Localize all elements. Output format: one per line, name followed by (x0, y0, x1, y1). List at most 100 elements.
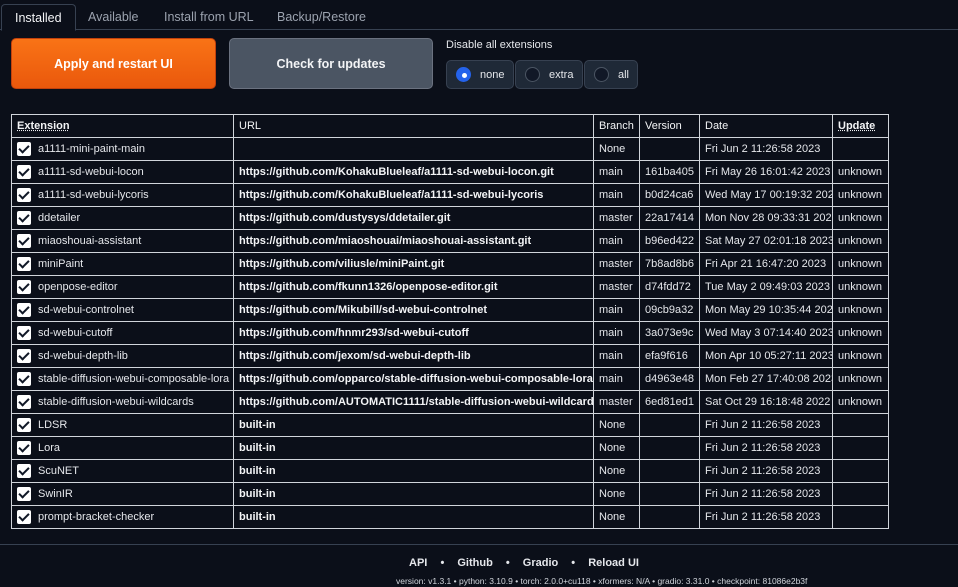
table-row: sd-webui-cutoff https://github.com/hnmr29… (11, 321, 889, 345)
extension-version: efa9f616 (639, 344, 700, 368)
extension-url: built-in (233, 413, 594, 437)
extension-cell: ddetailer (11, 206, 234, 230)
header-update[interactable]: Update (832, 114, 889, 138)
extension-url[interactable]: https://github.com/jexom/sd-webui-depth-… (233, 344, 594, 368)
radio-label-all: all (618, 68, 630, 81)
extension-update-status: unknown (832, 183, 889, 207)
table-row: ScuNET built-in None Fri Jun 2 11:26:58 202… (11, 459, 889, 483)
extension-version (639, 505, 700, 529)
extension-url: built-in (233, 436, 594, 460)
extension-url[interactable]: https://github.com/hnmr293/sd-webui-cuto… (233, 321, 594, 345)
extension-cell: sd-webui-cutoff (11, 321, 234, 345)
extension-branch: main (593, 367, 640, 391)
extension-cell: stable-diffusion-webui-composable-lora (11, 367, 234, 391)
extension-update-status: unknown (832, 229, 889, 253)
extension-name: ddetailer (38, 212, 81, 224)
enable-checkbox[interactable] (17, 326, 31, 340)
enable-checkbox[interactable] (17, 165, 31, 179)
footer-link-reload-ui[interactable]: Reload UI (588, 557, 639, 569)
extension-branch: None (593, 459, 640, 483)
extension-date: Sat Oct 29 16:18:48 2022 (699, 390, 833, 414)
extension-url[interactable]: https://github.com/dustysys/ddetailer.gi… (233, 206, 594, 230)
enable-checkbox[interactable] (17, 234, 31, 248)
header-branch: Branch (593, 114, 640, 138)
radio-option-extra[interactable]: extra (515, 60, 583, 89)
extension-version (639, 436, 700, 460)
extension-url[interactable]: https://github.com/AUTOMATIC1111/stable-… (233, 390, 594, 414)
header-version: Version (639, 114, 700, 138)
enable-checkbox[interactable] (17, 257, 31, 271)
table-header-row: Extension URL Branch Version Date Update (11, 114, 889, 138)
extensions-page: Installed Available Install from URL Bac… (0, 0, 958, 587)
table-row: SwinIR built-in None Fri Jun 2 11:26:58 202… (11, 482, 889, 506)
extensions-table: Extension URL Branch Version Date Update… (11, 114, 889, 529)
enable-checkbox[interactable] (17, 280, 31, 294)
extension-date: Mon Nov 28 09:33:31 2022 (699, 206, 833, 230)
table-row: stable-diffusion-webui-composable-lora ht… (11, 367, 889, 391)
extension-date: Fri Jun 2 11:26:58 2023 (699, 137, 833, 161)
enable-checkbox[interactable] (17, 349, 31, 363)
tab-install-from-url[interactable]: Install from URL (151, 4, 267, 31)
extension-cell: openpose-editor (11, 275, 234, 299)
check-updates-button[interactable]: Check for updates (229, 38, 433, 89)
enable-checkbox[interactable] (17, 303, 31, 317)
header-extension[interactable]: Extension (11, 114, 234, 138)
footer-link-github[interactable]: Github (457, 557, 492, 569)
extension-update-status: unknown (832, 298, 889, 322)
extension-branch: None (593, 505, 640, 529)
extension-version: b0d24ca6 (639, 183, 700, 207)
extension-date: Mon Apr 10 05:27:11 2023 (699, 344, 833, 368)
table-row: sd-webui-controlnet https://github.com/Mi… (11, 298, 889, 322)
enable-checkbox[interactable] (17, 464, 31, 478)
extension-url[interactable]: https://github.com/KohakuBlueleaf/a1111-… (233, 183, 594, 207)
enable-checkbox[interactable] (17, 188, 31, 202)
extension-name: sd-webui-controlnet (38, 304, 134, 316)
footer-divider (0, 544, 958, 545)
radio-dot-extra (525, 67, 540, 82)
extension-name: Lora (38, 442, 61, 454)
table-row: ddetailer https://github.com/dustysys/dde… (11, 206, 889, 230)
extension-version: 161ba405 (639, 160, 700, 184)
extension-url[interactable]: https://github.com/opparco/stable-diffus… (233, 367, 594, 391)
extension-branch: main (593, 321, 640, 345)
radio-option-none[interactable]: none (446, 60, 514, 89)
footer-separator: • (505, 557, 510, 569)
enable-checkbox[interactable] (17, 395, 31, 409)
extension-date: Fri Jun 2 11:26:58 2023 (699, 413, 833, 437)
footer-link-gradio[interactable]: Gradio (523, 557, 558, 569)
extension-name: stable-diffusion-webui-wildcards (38, 396, 194, 408)
extension-update-status: unknown (832, 344, 889, 368)
enable-checkbox[interactable] (17, 441, 31, 455)
extension-version (639, 459, 700, 483)
apply-restart-button[interactable]: Apply and restart UI (11, 38, 216, 89)
extension-branch: master (593, 206, 640, 230)
extension-branch: main (593, 160, 640, 184)
enable-checkbox[interactable] (17, 418, 31, 432)
enable-checkbox[interactable] (17, 372, 31, 386)
table-row: prompt-bracket-checker built-in None Fri Ju… (11, 505, 889, 529)
extension-url: built-in (233, 482, 594, 506)
header-url: URL (233, 114, 594, 138)
extension-url[interactable]: https://github.com/Mikubill/sd-webui-con… (233, 298, 594, 322)
enable-checkbox[interactable] (17, 510, 31, 524)
extension-url[interactable]: https://github.com/KohakuBlueleaf/a1111-… (233, 160, 594, 184)
enable-checkbox[interactable] (17, 487, 31, 501)
footer-link-api[interactable]: API (409, 557, 427, 569)
enable-checkbox[interactable] (17, 211, 31, 225)
extension-version: 6ed81ed1 (639, 390, 700, 414)
tab-installed[interactable]: Installed (1, 4, 76, 31)
extension-url[interactable]: https://github.com/viliusle/miniPaint.gi… (233, 252, 594, 276)
extension-cell: SwinIR (11, 482, 234, 506)
extension-url: built-in (233, 505, 594, 529)
extension-name: a1111-mini-paint-main (38, 143, 145, 155)
extension-date: Fri Jun 2 11:26:58 2023 (699, 482, 833, 506)
extension-url[interactable]: https://github.com/fkunn1326/openpose-ed… (233, 275, 594, 299)
radio-dot-none (456, 67, 471, 82)
table-row: Lora built-in None Fri Jun 2 11:26:58 2023 (11, 436, 889, 460)
radio-option-all[interactable]: all (584, 60, 638, 89)
extension-url[interactable]: https://github.com/miaoshouai/miaoshouai… (233, 229, 594, 253)
extension-version: b96ed422 (639, 229, 700, 253)
enable-checkbox[interactable] (17, 142, 31, 156)
tab-available[interactable]: Available (75, 4, 152, 31)
tab-backup-restore[interactable]: Backup/Restore (264, 4, 379, 31)
